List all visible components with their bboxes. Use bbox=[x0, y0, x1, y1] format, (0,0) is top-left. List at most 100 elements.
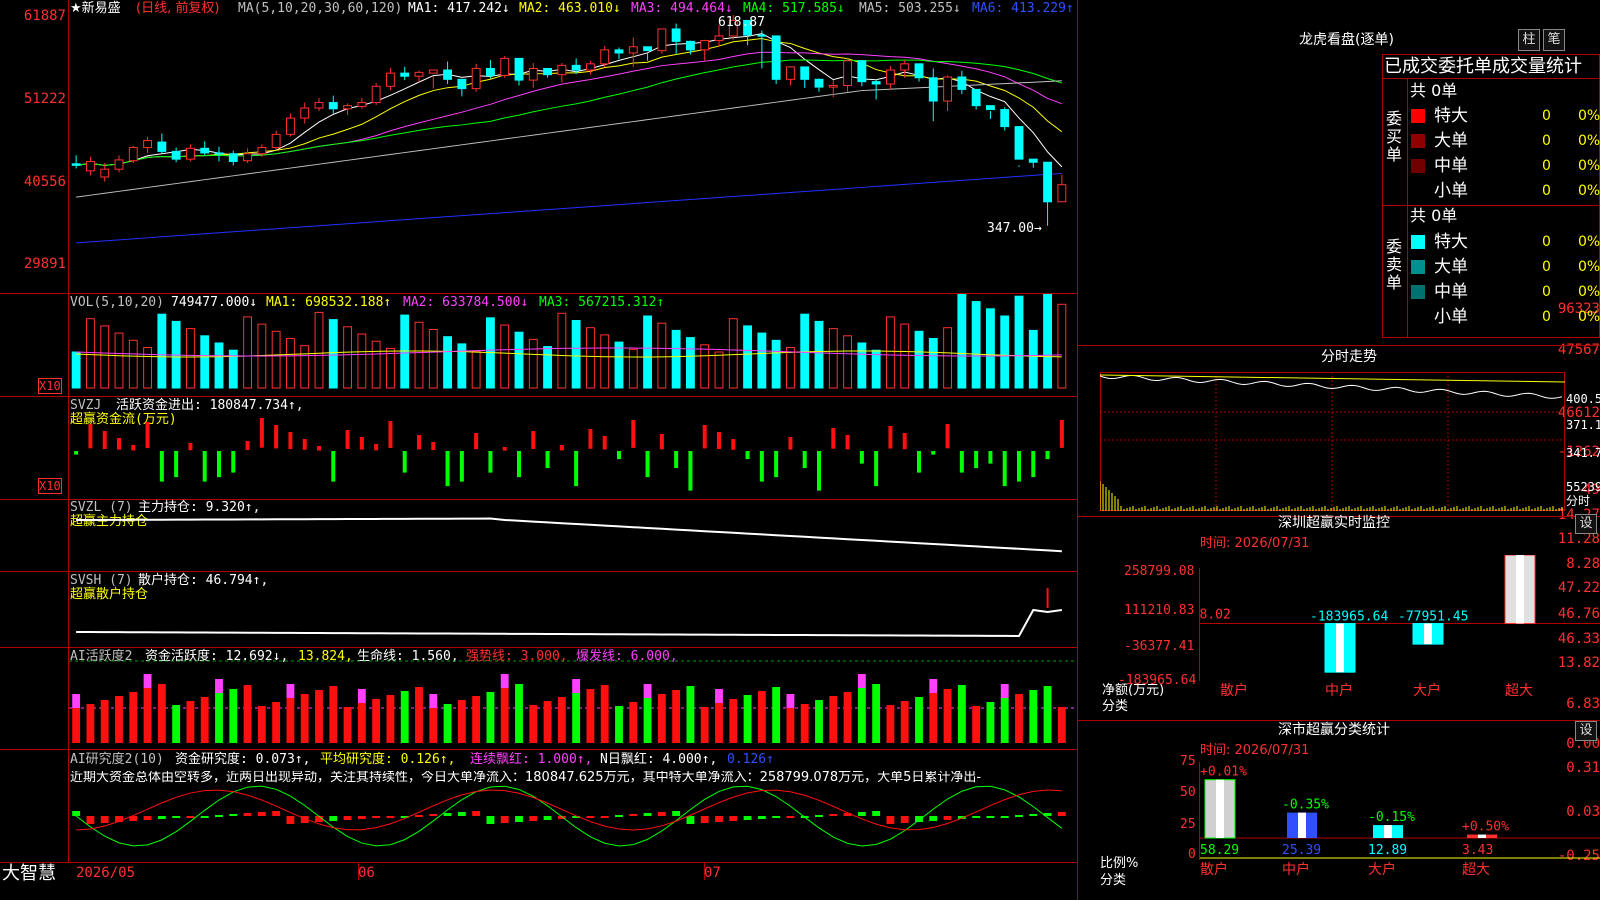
volume-bar bbox=[143, 347, 153, 389]
candle-body bbox=[571, 64, 581, 71]
category-label: 中户 bbox=[1325, 682, 1353, 699]
sell-total: 共 0单 bbox=[1410, 206, 1458, 225]
y-tick: 25 bbox=[1180, 817, 1196, 832]
volume-bar bbox=[957, 294, 967, 389]
row-pct: 0% bbox=[1578, 183, 1600, 199]
flow-bar bbox=[288, 432, 293, 450]
class-bar-highlight bbox=[1478, 834, 1486, 838]
row-label: 中单 bbox=[1434, 156, 1468, 176]
candle-body bbox=[614, 49, 624, 54]
flow-bar bbox=[345, 430, 350, 449]
volume-bar bbox=[557, 312, 567, 389]
longhu-title: 龙虎看盘(逐单) bbox=[1299, 32, 1394, 48]
candle-body bbox=[328, 102, 338, 110]
row-count: 0 bbox=[1542, 309, 1551, 325]
candlestick-chart[interactable] bbox=[69, 0, 1077, 293]
monitor-value: 3118.02 bbox=[1200, 608, 1231, 623]
activity-bar bbox=[543, 701, 552, 743]
sz-monitor-settings-button[interactable]: 设 bbox=[1575, 514, 1597, 534]
bar-button[interactable]: 柱 bbox=[1518, 29, 1540, 51]
pen-button[interactable]: 笔 bbox=[1543, 29, 1565, 51]
volume-bar bbox=[1043, 294, 1053, 389]
research-bar bbox=[686, 816, 695, 824]
flow-bar bbox=[617, 451, 621, 460]
candle-body bbox=[771, 35, 781, 80]
volume-bar bbox=[343, 326, 352, 389]
flow-bar bbox=[974, 451, 979, 469]
class-bar-highlight bbox=[1384, 825, 1392, 838]
candle-body bbox=[428, 69, 438, 74]
flow-bar bbox=[159, 451, 164, 482]
retail-line bbox=[76, 608, 1062, 637]
activity-bar bbox=[643, 698, 652, 743]
row-count: 0 bbox=[1542, 183, 1551, 199]
volume-bar bbox=[714, 351, 724, 389]
sz-class-chart: +0.01% 58.29 散户 -0.35% 25.39 中户 -0.15% 12.89 大户 +… bbox=[1200, 765, 1600, 878]
activity-bar bbox=[286, 698, 295, 743]
candle-body bbox=[657, 28, 667, 52]
research-bar bbox=[729, 816, 738, 821]
activity-bar bbox=[686, 686, 695, 743]
volume-bar bbox=[586, 327, 595, 389]
row-label: 中单 bbox=[1434, 282, 1468, 302]
volume-bar bbox=[71, 351, 81, 389]
research-bar bbox=[872, 811, 881, 816]
candle-body bbox=[200, 147, 210, 154]
category-label: 超大 bbox=[1505, 683, 1533, 699]
sz-class-settings-button[interactable]: 设 bbox=[1575, 721, 1597, 741]
class-bar-highlight bbox=[1216, 779, 1224, 838]
research-bar bbox=[157, 816, 166, 819]
volume-bar bbox=[800, 313, 810, 389]
activity-bar bbox=[215, 693, 223, 743]
candle-body bbox=[486, 67, 495, 76]
volume-bar bbox=[543, 346, 552, 389]
candle-body bbox=[243, 153, 252, 162]
volume-bar bbox=[400, 314, 410, 389]
activity-top bbox=[72, 694, 81, 708]
research-bar bbox=[386, 816, 395, 818]
volume-bar bbox=[843, 335, 853, 389]
flow-bar bbox=[474, 433, 479, 450]
flow-bar bbox=[659, 434, 664, 450]
flow-bar bbox=[374, 444, 379, 451]
flow-bar bbox=[1017, 451, 1021, 482]
volume-bar bbox=[857, 342, 867, 389]
activity-bar bbox=[957, 685, 966, 743]
activity-bar bbox=[900, 701, 909, 743]
flow-bar bbox=[631, 420, 636, 448]
research-bar bbox=[657, 812, 666, 816]
flow-bar bbox=[531, 431, 536, 449]
volume-bar bbox=[686, 337, 695, 389]
activity-bar bbox=[357, 703, 366, 743]
flow-bar bbox=[488, 451, 493, 473]
row-pct: 0% bbox=[1578, 259, 1600, 275]
candle-body bbox=[1000, 109, 1010, 128]
research-bar bbox=[972, 816, 981, 818]
volume-bar bbox=[571, 320, 581, 389]
brand-logo: 大智慧 bbox=[2, 863, 56, 884]
flow-bar bbox=[645, 451, 650, 478]
row-count: 0 bbox=[1542, 158, 1551, 174]
volume-bar bbox=[814, 320, 824, 389]
candle-body bbox=[800, 66, 810, 80]
activity-top bbox=[786, 694, 795, 708]
activity-bar bbox=[843, 692, 852, 743]
candle-body bbox=[600, 49, 610, 65]
candle-body bbox=[414, 71, 424, 77]
legend-swatch bbox=[1411, 260, 1425, 274]
intraday-chart[interactable] bbox=[1100, 372, 1565, 511]
volume-bar bbox=[886, 316, 895, 389]
candle-body bbox=[586, 63, 595, 71]
volume-bar bbox=[100, 325, 110, 389]
retail-holding-chart bbox=[76, 588, 1062, 637]
activity-bar bbox=[1029, 690, 1038, 743]
candle-body bbox=[557, 64, 567, 76]
candle-body bbox=[628, 46, 638, 54]
candle-body bbox=[671, 28, 681, 42]
flow-bar bbox=[517, 451, 521, 478]
monitor-value: 258799.08 bbox=[1490, 555, 1560, 556]
candle-body bbox=[986, 105, 995, 111]
row-label: 大单 bbox=[1434, 257, 1468, 277]
flow-bar bbox=[817, 451, 821, 491]
candle-body bbox=[71, 163, 81, 166]
